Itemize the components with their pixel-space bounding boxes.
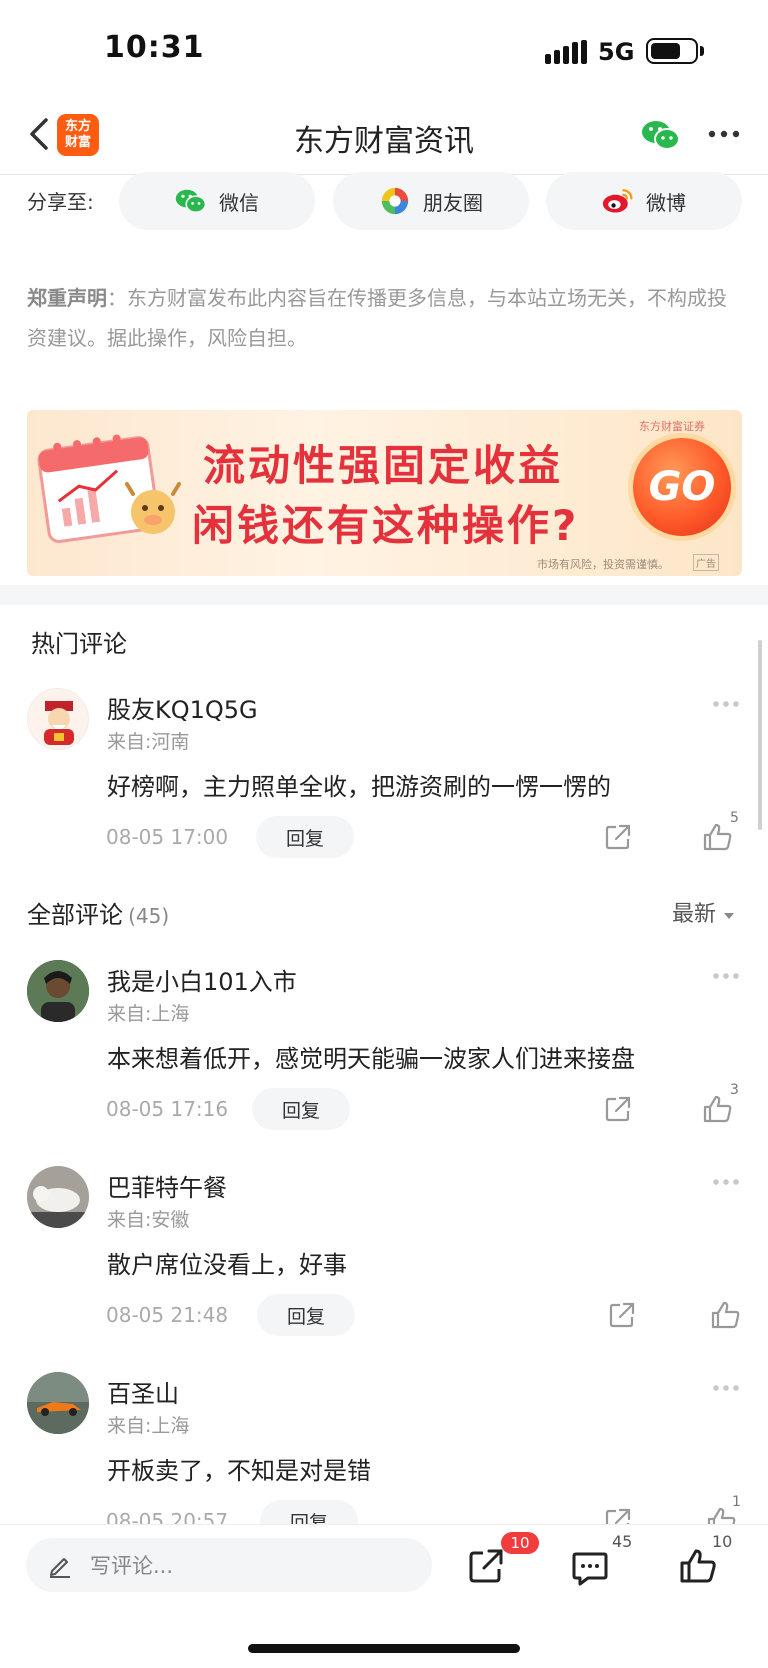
calendar-bull-illustration xyxy=(37,434,181,543)
ad-headline-1: 流动性强固定收益 xyxy=(203,441,564,490)
comment-bubble-icon[interactable] xyxy=(570,1548,610,1588)
cellular-signal-icon xyxy=(545,40,587,64)
comment-username[interactable]: 巴菲特午餐 xyxy=(107,1168,227,1203)
like-count: 5 xyxy=(730,810,739,826)
disclaimer-title: 郑重声明 xyxy=(27,286,107,310)
weibo-icon xyxy=(602,189,633,213)
network-type: 5G xyxy=(598,38,635,66)
battery-icon xyxy=(646,38,698,64)
comment-username[interactable]: 百圣山 xyxy=(107,1374,179,1409)
avatar[interactable] xyxy=(27,960,89,1022)
wechat-share-icon[interactable] xyxy=(641,118,681,152)
share-count-badge: 10 xyxy=(501,1532,539,1554)
more-options-icon[interactable] xyxy=(706,122,742,146)
comment-text[interactable]: 开板卖了，不知是对是错 xyxy=(107,1451,371,1486)
comment-more-icon[interactable] xyxy=(712,972,740,980)
disclaimer: 郑重声明：东方财富发布此内容旨在传播更多信息，与本站立场无关，不构成投资建议。据… xyxy=(27,278,727,358)
all-comments-header: 全部评论 (45) xyxy=(27,895,169,930)
ad-tag: 广告 xyxy=(693,554,719,571)
moments-icon xyxy=(381,187,409,215)
comment-time: 08-05 21:48 xyxy=(106,1303,229,1327)
like-icon[interactable] xyxy=(702,1094,734,1124)
comment-location: 来自:河南 xyxy=(107,731,190,753)
share-wechat-label: 微信 xyxy=(219,190,259,215)
caret-down-icon xyxy=(724,913,735,919)
share-article-icon[interactable] xyxy=(466,1546,506,1586)
ad-banner[interactable]: 流动性强固定收益 闲钱还有这种操作? 东方财富证券 GO 市场有风险，投资需谨慎… xyxy=(27,410,742,576)
comment-more-icon[interactable] xyxy=(712,1384,740,1392)
avatar[interactable] xyxy=(27,1372,89,1434)
comment-more-icon[interactable] xyxy=(712,700,740,708)
share-weibo-button[interactable]: 微博 xyxy=(546,172,742,230)
share-moments-label: 朋友圈 xyxy=(423,190,483,215)
like-icon[interactable] xyxy=(710,1300,742,1330)
race-car-avatar-icon xyxy=(27,1372,89,1434)
like-total-count: 10 xyxy=(712,1532,733,1551)
like-count: 1 xyxy=(732,1494,741,1510)
share-label: 分享至: xyxy=(27,190,94,214)
sort-dropdown[interactable]: 最新 xyxy=(672,896,735,928)
like-article-icon[interactable] xyxy=(678,1546,718,1586)
comment-username[interactable]: 股友KQ1Q5G xyxy=(107,690,258,725)
comment-time: 08-05 17:16 xyxy=(106,1097,229,1121)
share-weibo-label: 微博 xyxy=(646,190,686,215)
all-comments-title: 全部评论 xyxy=(27,901,123,929)
ad-go-button[interactable]: GO xyxy=(633,438,731,536)
comment-location: 来自:安徽 xyxy=(107,1209,190,1231)
share-moments-button[interactable]: 朋友圈 xyxy=(333,172,529,230)
like-count: 3 xyxy=(730,1082,739,1098)
status-time: 10:31 xyxy=(104,30,205,65)
battery-tip xyxy=(700,46,704,56)
reply-button[interactable]: 回复 xyxy=(256,816,354,858)
comment-username[interactable]: 我是小白101入市 xyxy=(107,962,297,997)
comment-location: 来自:上海 xyxy=(107,1415,190,1437)
cat-avatar-icon xyxy=(27,1166,89,1228)
avatar[interactable] xyxy=(27,1166,89,1228)
like-icon[interactable] xyxy=(702,822,734,852)
home-indicator[interactable] xyxy=(248,1644,520,1653)
portrait-avatar-icon xyxy=(27,960,89,1022)
pencil-icon xyxy=(50,1558,70,1578)
all-comments-count: (45) xyxy=(128,904,170,928)
hot-comments-title: 热门评论 xyxy=(31,630,127,658)
sort-label: 最新 xyxy=(672,902,717,927)
comment-time: 08-05 17:00 xyxy=(106,825,229,849)
share-icon[interactable] xyxy=(607,1300,637,1330)
scrollbar[interactable] xyxy=(758,640,762,830)
share-icon[interactable] xyxy=(603,822,633,852)
comment-count: 45 xyxy=(612,1532,633,1551)
wechat-icon xyxy=(175,189,207,214)
avatar[interactable] xyxy=(27,688,89,750)
section-divider xyxy=(0,585,768,605)
reply-button[interactable]: 回复 xyxy=(252,1088,350,1130)
comment-location: 来自:上海 xyxy=(107,1003,190,1025)
ad-risk-note: 市场有风险，投资需谨慎。 xyxy=(537,558,669,571)
reply-button[interactable]: 回复 xyxy=(257,1294,355,1336)
share-icon[interactable] xyxy=(603,1094,633,1124)
share-wechat-button[interactable]: 微信 xyxy=(119,172,315,230)
comment-input[interactable]: 写评论... xyxy=(26,1538,432,1592)
comment-text[interactable]: 本来想着低开，感觉明天能骗一波家人们进来接盘 xyxy=(107,1039,635,1074)
comment-text[interactable]: 好榜啊，主力照单全收，把游资刷的一愣一愣的 xyxy=(107,767,611,802)
ad-headline-2: 闲钱还有这种操作? xyxy=(192,501,580,550)
ad-brand: 东方财富证券 xyxy=(639,420,705,433)
comment-input-placeholder: 写评论... xyxy=(90,1554,174,1578)
comment-text[interactable]: 散户席位没看上，好事 xyxy=(107,1245,347,1280)
comment-more-icon[interactable] xyxy=(712,1178,740,1186)
disclaimer-text: ：东方财富发布此内容旨在传播更多信息，与本站立场无关，不构成投资建议。据此操作，… xyxy=(27,286,727,350)
god-of-wealth-avatar-icon xyxy=(44,701,74,745)
